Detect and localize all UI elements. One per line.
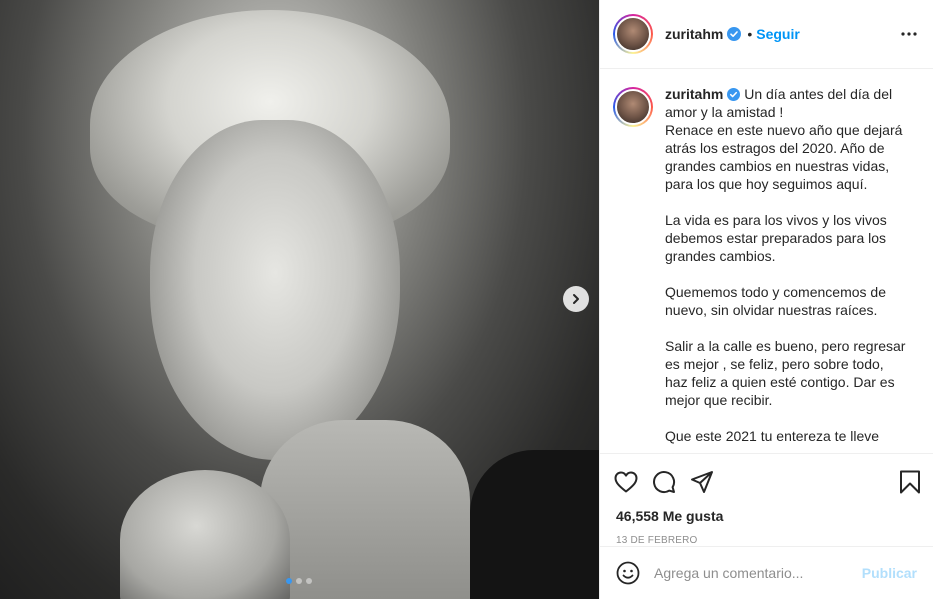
post-panel: zuritahm • Seguir zuritahm Un día antes … [599,0,933,599]
caption-avatar[interactable] [613,87,653,127]
heart-icon [614,471,638,493]
caption-area: zuritahm Un día antes del día del amor y… [600,69,933,454]
verified-badge-icon [727,88,741,101]
photo-face-region [150,120,400,460]
post-photo[interactable] [0,0,599,599]
more-horizontal-icon [901,32,917,36]
photo-collar-region [470,450,599,599]
likes-count[interactable]: 46,558 Me gusta [600,502,933,524]
share-button[interactable] [690,470,714,494]
avatar[interactable] [613,14,653,54]
carousel-next-button[interactable] [563,286,589,312]
follow-button[interactable]: Seguir [756,26,800,42]
save-button[interactable] [899,470,921,494]
photo-neck-region [260,420,470,599]
comment-bar: Publicar [600,546,933,599]
smiley-icon [616,561,640,585]
carousel-dot [306,578,312,584]
bookmark-icon [900,470,920,494]
paper-plane-icon [691,471,713,493]
post-header: zuritahm • Seguir [600,0,933,69]
header-username[interactable]: zuritahm [665,26,723,42]
carousel-dot [286,578,292,584]
more-options-button[interactable] [901,32,917,36]
chevron-right-icon [573,294,579,304]
like-button[interactable] [614,471,638,493]
verified-badge-icon [727,27,742,41]
caption: zuritahm Un día antes del día del amor y… [665,85,910,453]
caption-username[interactable]: zuritahm [665,86,723,102]
emoji-button[interactable] [616,561,640,585]
carousel-indicator [286,578,312,584]
comment-input[interactable] [654,565,862,581]
post-date[interactable]: 13 DE FEBRERO [600,524,933,546]
carousel-dot [296,578,302,584]
publish-button[interactable]: Publicar [862,565,917,581]
comment-bubble-icon [653,471,676,494]
header-separator: • [747,26,753,42]
action-bar [600,462,933,502]
comment-button[interactable] [652,470,676,494]
photo-hand-region [120,470,290,599]
caption-text: Un día antes del día del amor y la amist… [665,86,906,444]
